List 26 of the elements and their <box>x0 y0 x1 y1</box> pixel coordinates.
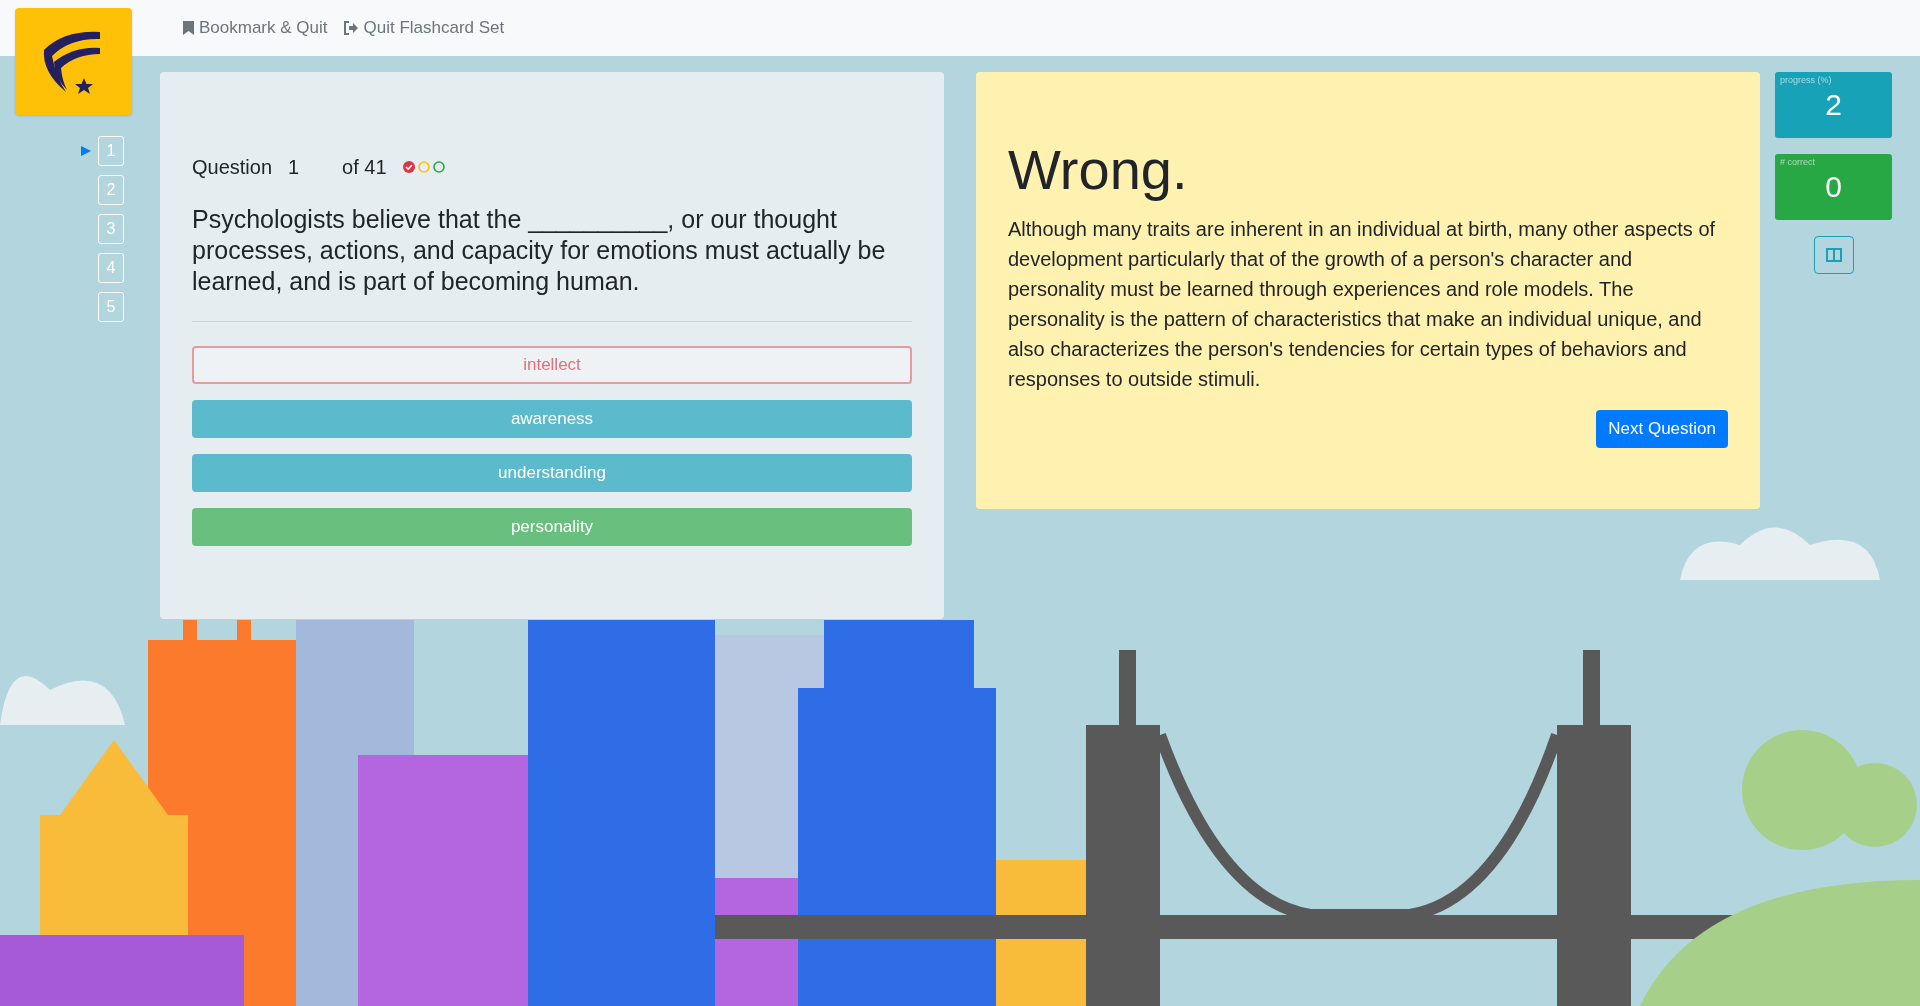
feedback-text: Although many traits are inherent in an individual at birth, many other aspects of development particularly that of the growth of a person's character and personality must be learned through experiences and role models. The personality is the pattern of characteristics that make an individual unique, and also characterizes the person's tendencies for certain types of behaviors and responses to outside stimuli. <box>1008 217 1717 392</box>
answer-button[interactable]: awareness <box>192 400 912 438</box>
wrong-answer-button[interactable]: intellect <box>192 346 912 384</box>
stat-value: 0 <box>1824 169 1843 205</box>
question-label: Question <box>192 155 273 180</box>
question-number-button[interactable]: 1 <box>98 136 124 166</box>
stat-label: # correct <box>1780 156 1816 168</box>
logo[interactable] <box>15 8 132 115</box>
question-number: 1 <box>288 155 301 180</box>
question-number-button[interactable]: 3 <box>98 214 124 244</box>
stat-label: progress (%) <box>1780 74 1833 86</box>
next-question-button[interactable]: Next Question <box>1596 410 1728 448</box>
correct-answer-button[interactable]: personality <box>192 508 912 546</box>
question-number-button[interactable]: 4 <box>98 253 124 283</box>
answer-button[interactable]: understanding <box>192 454 912 492</box>
question-number-button[interactable]: 2 <box>98 175 124 205</box>
sign-out-icon <box>343 21 359 35</box>
columns-icon <box>1825 248 1842 262</box>
bookmark-quit-link[interactable]: Bookmark & Quit <box>183 15 328 41</box>
question-number-button[interactable]: 5 <box>98 292 124 322</box>
quit-link[interactable]: Quit Flashcard Set <box>343 15 505 41</box>
question-total: of 41 <box>342 155 387 180</box>
bookmark-icon <box>183 21 194 35</box>
feedback-title: Wrong. <box>1008 138 1189 202</box>
question-text: Psychologists believe that the __________, or our thought processes, actions, and capacity for emotions must actually be learned, and is part of becoming human. <box>192 204 887 297</box>
stat-value: 2 <box>1824 87 1843 123</box>
